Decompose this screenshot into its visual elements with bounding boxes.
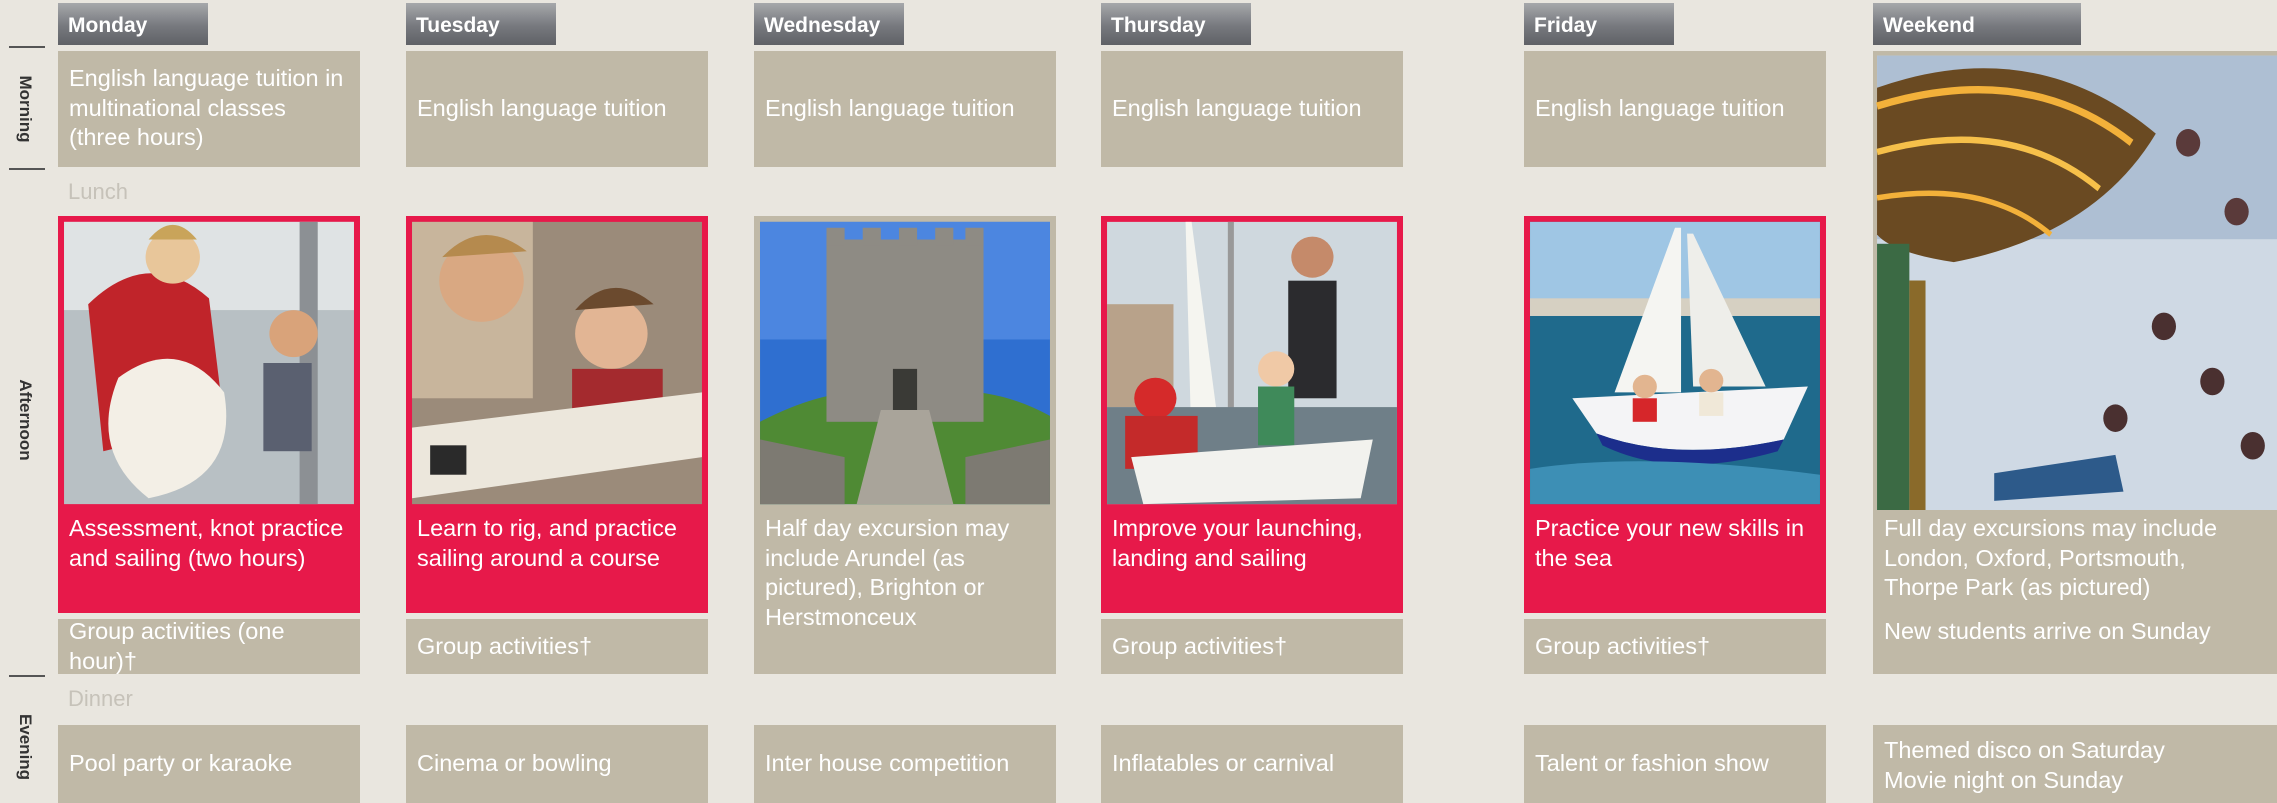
excursion-text: Full day excursions may include London, … bbox=[1884, 515, 2218, 600]
photo-sailing-knots bbox=[58, 216, 360, 510]
group-activities-cell: Group activities† bbox=[406, 619, 708, 674]
photo-thorpe-park-ride bbox=[1873, 51, 2277, 510]
rail-divider bbox=[9, 168, 45, 170]
evening-cell: Themed disco on Saturday Movie night on … bbox=[1873, 725, 2277, 803]
morning-cell: English language tuition in multinationa… bbox=[58, 51, 360, 167]
afternoon-cell: Practice your new skills in the sea bbox=[1524, 510, 1826, 613]
lunch-label: Lunch bbox=[68, 179, 128, 204]
arrival-text: New students arrive on Sunday bbox=[1884, 617, 2211, 644]
morning-cell: English language tuition bbox=[1524, 51, 1826, 167]
evening-cell: Talent or fashion show bbox=[1524, 725, 1826, 803]
evening-cell: Pool party or karaoke bbox=[58, 725, 360, 803]
afternoon-cell: Assessment, knot practice and sailing (t… bbox=[58, 510, 360, 613]
rail-divider bbox=[9, 675, 45, 677]
day-tab-weekend: Weekend bbox=[1873, 3, 2081, 45]
rail-divider bbox=[9, 46, 45, 48]
evening-label: Evening bbox=[16, 713, 35, 781]
evening-cell: Inflatables or carnival bbox=[1101, 725, 1403, 803]
evening-cell: Inter house competition bbox=[754, 725, 1056, 803]
photo-sea-sailing bbox=[1524, 216, 1826, 510]
photo-arundel-castle bbox=[754, 216, 1056, 510]
afternoon-cell: Learn to rig, and practice sailing aroun… bbox=[406, 510, 708, 613]
morning-cell: English language tuition bbox=[406, 51, 708, 167]
group-activities-cell: Group activities† bbox=[1524, 619, 1826, 674]
day-tab-tuesday: Tuesday bbox=[406, 3, 556, 45]
photo-rigging bbox=[406, 216, 708, 510]
day-tab-wednesday: Wednesday bbox=[754, 3, 904, 45]
evening-line-2: Movie night on Sunday bbox=[1884, 766, 2124, 793]
photo-launching bbox=[1101, 216, 1403, 510]
day-tab-friday: Friday bbox=[1524, 3, 1674, 45]
group-activities-cell: Group activities† bbox=[1101, 619, 1403, 674]
afternoon-cell: Full day excursions may include London, … bbox=[1873, 510, 2277, 674]
day-tab-monday: Monday bbox=[58, 3, 208, 45]
group-activities-cell: Group activities (one hour)† bbox=[58, 618, 360, 674]
afternoon-cell: Improve your launching, landing and sail… bbox=[1101, 510, 1403, 613]
afternoon-cell: Half day excursion may include Arundel (… bbox=[754, 510, 1056, 674]
day-tab-thursday: Thursday bbox=[1101, 3, 1251, 45]
morning-cell: English language tuition bbox=[754, 51, 1056, 167]
evening-line-1: Themed disco on Saturday bbox=[1884, 737, 2165, 763]
evening-cell: Cinema or bowling bbox=[406, 725, 708, 803]
morning-label: Morning bbox=[16, 75, 35, 143]
afternoon-label: Afternoon bbox=[16, 379, 35, 461]
dinner-label: Dinner bbox=[68, 686, 133, 711]
morning-cell: English language tuition bbox=[1101, 51, 1403, 167]
